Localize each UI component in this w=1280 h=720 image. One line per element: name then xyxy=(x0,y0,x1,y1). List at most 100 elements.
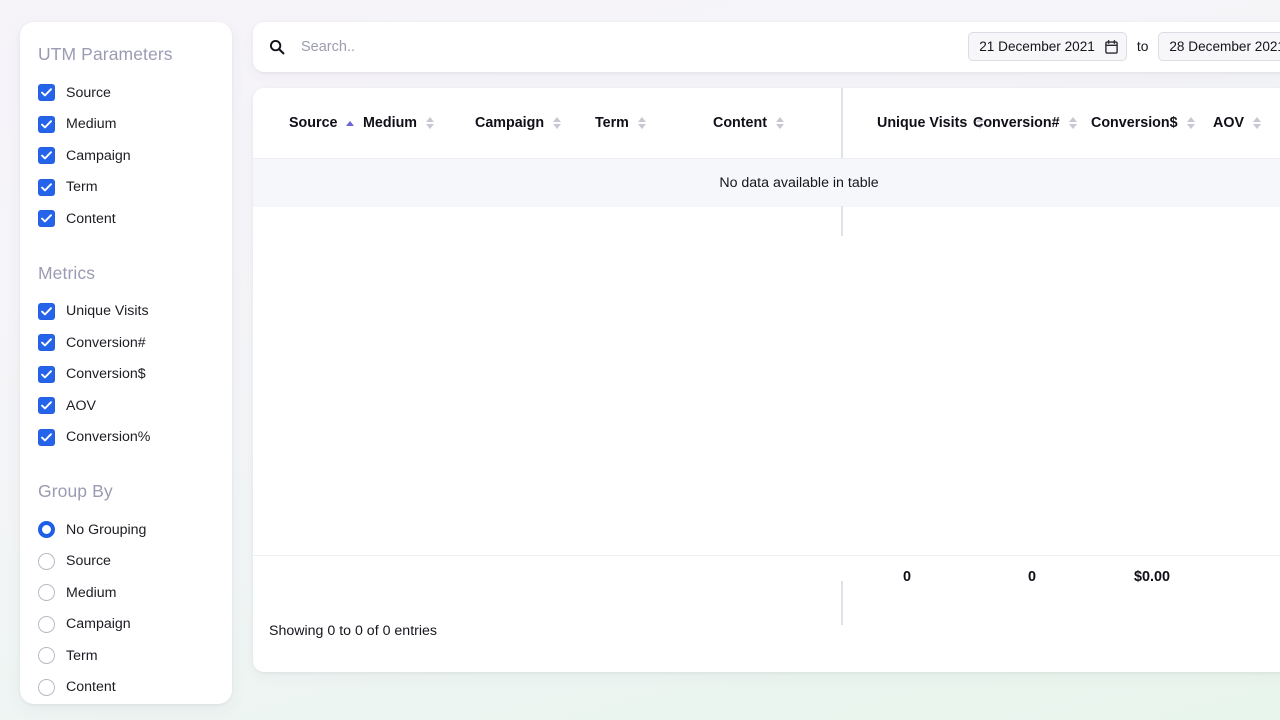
checkbox-option-unique-visits[interactable]: Unique Visits xyxy=(38,296,214,328)
radio-icon-selected[interactable] xyxy=(38,521,55,539)
column-label: AOV xyxy=(1213,115,1244,131)
radio-label: Content xyxy=(66,679,116,696)
table-entries-info: Showing 0 to 0 of 0 entries xyxy=(269,623,437,639)
calendar-icon[interactable] xyxy=(1105,39,1118,54)
checkbox-option-conversion-value[interactable]: Conversion$ xyxy=(38,359,214,391)
start-date-field[interactable]: 21 December 2021 xyxy=(968,32,1127,61)
radio-label: Source xyxy=(66,553,111,570)
column-header-conversion-count[interactable]: Conversion# xyxy=(973,88,1091,158)
section-utm-parameters: UTM Parameters Source Medium Campaign Te… xyxy=(20,44,232,235)
table-body-spacer xyxy=(253,207,1280,555)
total-conversion-count: 0 xyxy=(973,554,1091,599)
radio-icon-unselected[interactable] xyxy=(38,584,55,602)
column-header-conversion-value[interactable]: Conversion$ xyxy=(1091,88,1213,158)
column-header-term[interactable]: Term xyxy=(595,88,713,158)
column-header-source[interactable]: Source xyxy=(253,88,363,158)
total-source xyxy=(253,554,363,599)
column-header-campaign[interactable]: Campaign xyxy=(475,88,595,158)
checkbox-option-campaign[interactable]: Campaign xyxy=(38,140,214,172)
checkbox-option-source[interactable]: Source xyxy=(38,77,214,109)
checkbox-label: Conversion# xyxy=(66,334,146,351)
checkbox-icon-checked[interactable] xyxy=(38,428,55,446)
total-content xyxy=(713,554,841,599)
column-label: Term xyxy=(595,115,629,131)
total-medium xyxy=(363,554,475,599)
sort-toggle-icon[interactable] xyxy=(776,117,784,129)
sort-toggle-icon[interactable] xyxy=(553,117,562,129)
column-label: Conversion$ xyxy=(1091,115,1178,131)
sort-toggle-icon[interactable] xyxy=(1252,117,1261,129)
total-aov xyxy=(1213,554,1280,599)
table-totals-row: 0 0 $0.00 xyxy=(253,554,1280,599)
section-title-group-by: Group By xyxy=(38,481,113,501)
checkbox-icon-checked[interactable] xyxy=(38,334,55,352)
total-campaign xyxy=(475,554,595,599)
column-header-unique-visits[interactable]: Unique Visits xyxy=(841,88,985,158)
radio-option-term[interactable]: Term xyxy=(38,640,214,672)
start-date-value: 21 December 2021 xyxy=(979,39,1095,54)
utm-data-table: Source Medium Campaign Term Content Uniq… xyxy=(253,88,1280,599)
app-root: UTM Parameters Source Medium Campaign Te… xyxy=(0,0,1280,720)
column-header-content[interactable]: Content xyxy=(713,88,841,158)
checkbox-option-aov[interactable]: AOV xyxy=(38,390,214,422)
radio-option-source[interactable]: Source xyxy=(38,546,214,578)
empty-state-message: No data available in table xyxy=(253,159,1280,207)
sort-ascending-icon[interactable] xyxy=(346,120,355,126)
total-unique-visits: 0 xyxy=(841,554,973,599)
checkbox-icon-checked[interactable] xyxy=(38,178,55,196)
filters-sidebar: UTM Parameters Source Medium Campaign Te… xyxy=(20,22,232,704)
checkbox-icon-checked[interactable] xyxy=(38,115,55,133)
search-icon xyxy=(269,39,285,55)
sort-toggle-icon[interactable] xyxy=(1186,117,1195,129)
checkbox-option-conversion-rate[interactable]: Conversion% xyxy=(38,422,214,454)
checkbox-label: Term xyxy=(66,179,98,196)
checkbox-icon-checked[interactable] xyxy=(38,210,55,228)
column-label: Content xyxy=(713,115,767,131)
column-label: Campaign xyxy=(475,115,545,131)
column-label: Source xyxy=(289,115,338,131)
checkbox-icon-checked[interactable] xyxy=(38,365,55,383)
checkbox-label: AOV xyxy=(66,397,96,414)
column-header-medium[interactable]: Medium xyxy=(363,88,475,158)
radio-label: No Grouping xyxy=(66,521,147,538)
checkbox-label: Source xyxy=(66,84,111,101)
sort-toggle-icon[interactable] xyxy=(426,117,435,129)
checkbox-label: Conversion% xyxy=(66,429,151,446)
checkbox-option-term[interactable]: Term xyxy=(38,172,214,204)
checkbox-icon-checked[interactable] xyxy=(38,397,55,415)
radio-option-campaign[interactable]: Campaign xyxy=(38,609,214,641)
column-label: Conversion# xyxy=(973,115,1060,131)
sort-toggle-icon[interactable] xyxy=(1068,117,1077,129)
radio-icon-unselected[interactable] xyxy=(38,615,55,633)
checkbox-icon-checked[interactable] xyxy=(38,147,55,165)
total-conversion-value: $0.00 xyxy=(1091,554,1213,599)
checkbox-label: Conversion$ xyxy=(66,366,146,383)
end-date-field[interactable]: 28 December 2021 xyxy=(1158,32,1280,61)
checkbox-label: Unique Visits xyxy=(66,303,149,320)
column-group-divider xyxy=(841,581,843,625)
radio-icon-unselected[interactable] xyxy=(38,647,55,665)
radio-option-medium[interactable]: Medium xyxy=(38,577,214,609)
radio-option-content[interactable]: Content xyxy=(38,672,214,704)
end-date-value: 28 December 2021 xyxy=(1169,39,1280,54)
sort-toggle-icon[interactable] xyxy=(637,117,646,129)
checkbox-option-content[interactable]: Content xyxy=(38,203,214,235)
section-title-metrics: Metrics xyxy=(38,262,96,283)
checkbox-icon-checked[interactable] xyxy=(38,84,55,102)
checkbox-option-conversion-count[interactable]: Conversion# xyxy=(38,327,214,359)
checkbox-option-medium[interactable]: Medium xyxy=(38,109,214,141)
radio-icon-unselected[interactable] xyxy=(38,552,55,570)
radio-icon-unselected[interactable] xyxy=(38,678,55,696)
checkbox-icon-checked[interactable] xyxy=(38,302,55,320)
checkbox-label: Medium xyxy=(66,116,117,133)
column-header-aov[interactable]: AOV xyxy=(1213,88,1280,158)
section-metrics: Metrics Unique Visits Conversion# Conver… xyxy=(20,263,232,454)
empty-state-row: No data available in table xyxy=(253,159,1280,207)
total-term xyxy=(595,554,713,599)
section-group-by: Group By No Grouping Source Medium Campa… xyxy=(20,481,232,703)
checkbox-label: Campaign xyxy=(66,147,131,164)
date-range-separator: to xyxy=(1136,39,1149,54)
column-label: Medium xyxy=(363,115,418,131)
column-group-divider xyxy=(841,88,843,158)
radio-option-no-grouping[interactable]: No Grouping xyxy=(38,514,214,546)
